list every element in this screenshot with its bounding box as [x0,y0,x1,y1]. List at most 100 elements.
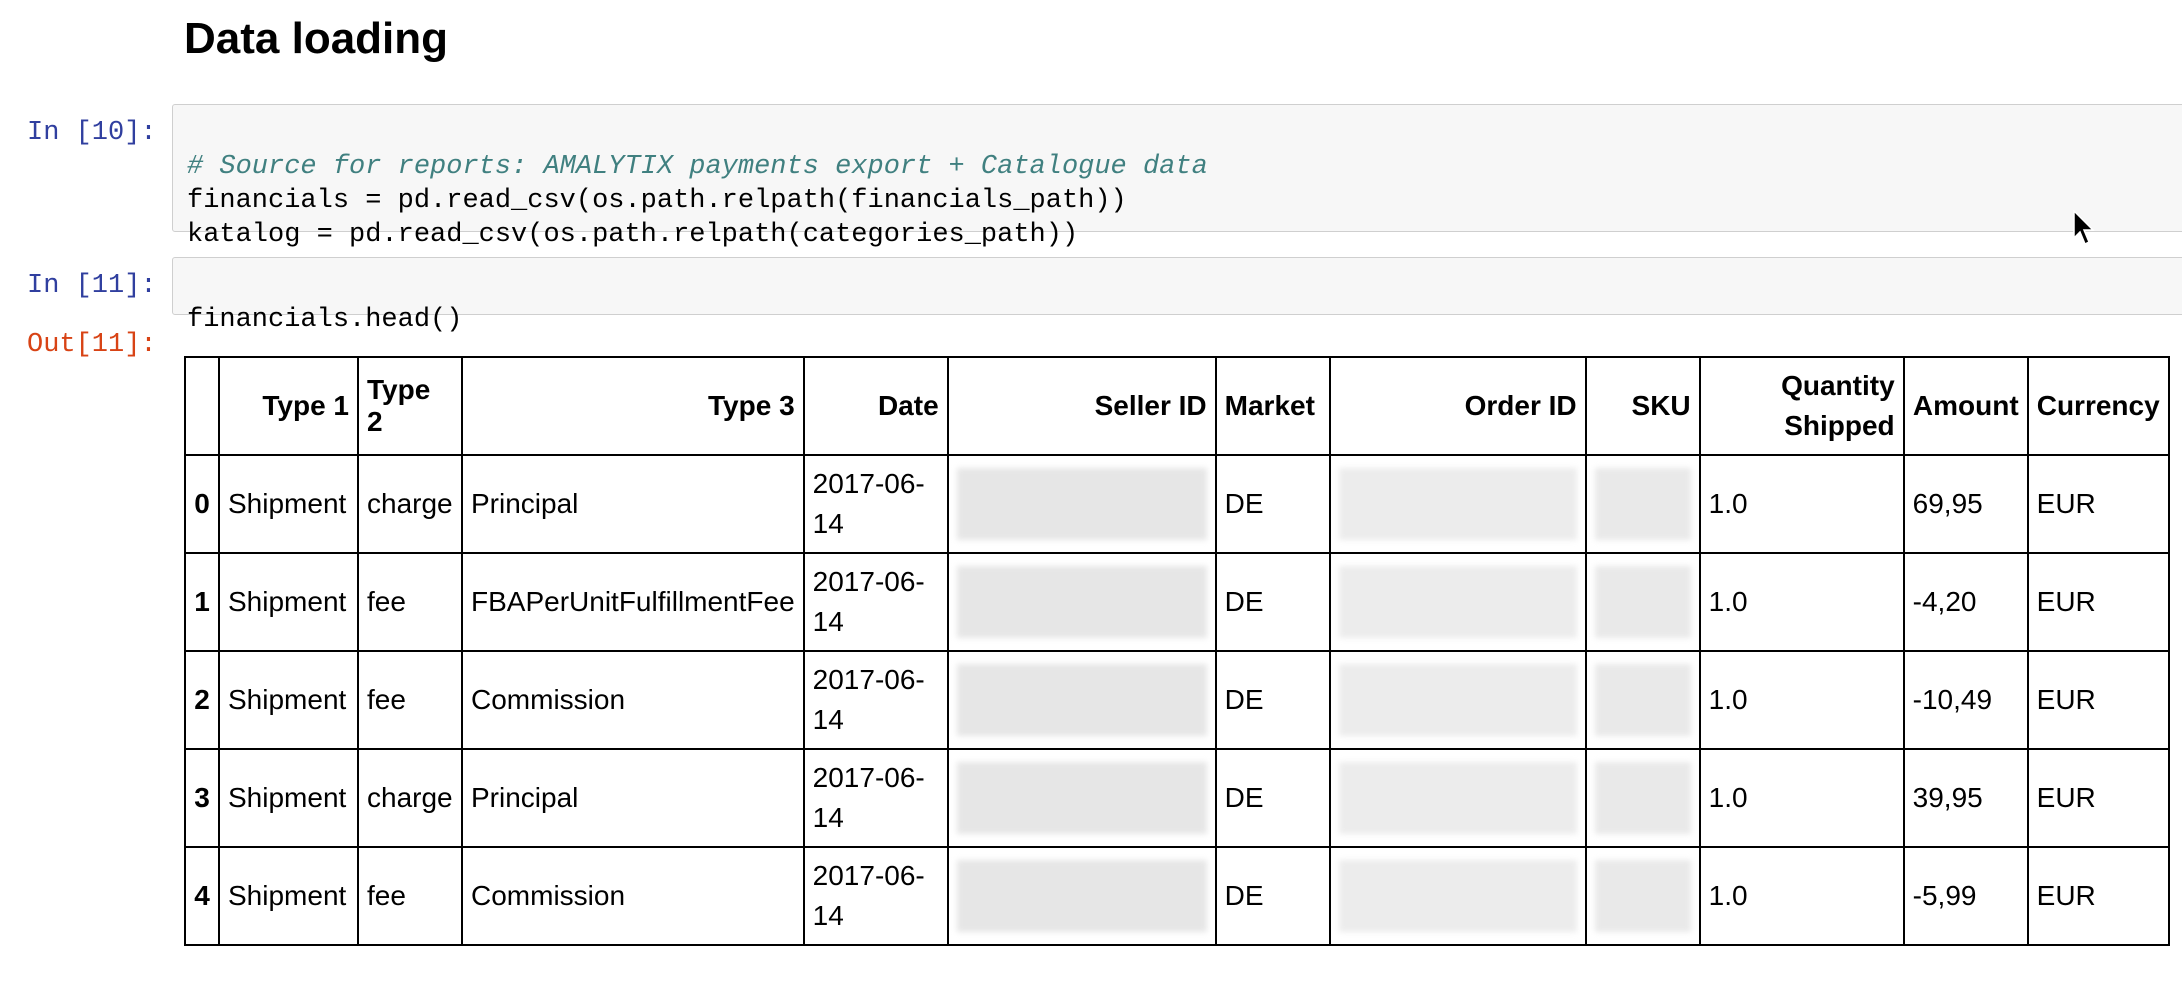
row-index: 3 [184,748,220,848]
index-header [184,356,220,456]
cell-quantity: 1.0 [1698,846,1905,946]
row-index: 2 [184,650,220,750]
redacted-seller-id [956,468,1207,540]
cell-currency: EUR [2026,650,2170,750]
cell-type1: Shipment [218,552,359,652]
dataframe-table: Type 1 Type 2 Type 3 Date Seller ID Mark… [184,356,2170,946]
cell-type2: fee [357,846,463,946]
cell-sku [1584,454,1701,554]
cell-type1: Shipment [218,650,359,750]
cell-seller-id [946,454,1217,554]
cell-seller-id [946,650,1217,750]
cell-11-prompt: In [11]: [27,271,157,301]
row-index: 4 [184,846,220,946]
table-header-row: Type 1 Type 2 Type 3 Date Seller ID Mark… [184,356,2170,456]
column-header-sku: SKU [1584,356,1701,456]
cell-type3: Principal [461,454,805,554]
cell-sku [1584,748,1701,848]
cell-market: DE [1214,846,1331,946]
cell-date: 2017-06-14 [802,552,949,652]
cell-sku [1584,846,1701,946]
cell-date: 2017-06-14 [802,454,949,554]
cell-date: 2017-06-14 [802,748,949,848]
cell-quantity: 1.0 [1698,454,1905,554]
redacted-sku [1594,860,1691,932]
cell-type3: FBAPerUnitFulfillmentFee [461,552,805,652]
code-cell-11[interactable]: financials.head() [172,257,2182,335]
cell-date: 2017-06-14 [802,846,949,946]
redacted-order-id [1338,468,1577,540]
code-line: katalog = pd.read_csv(os.path.relpath(ca… [187,220,1079,250]
column-header-quantity-shipped: Quantity Shipped [1698,356,1905,456]
cell-seller-id [946,748,1217,848]
cell-amount: -4,20 [1902,552,2029,652]
cell-seller-id [946,846,1217,946]
cell-market: DE [1214,454,1331,554]
redacted-sku [1594,566,1691,638]
code-line: financials = pd.read_csv(os.path.relpath… [187,186,1127,216]
cell-type3: Commission [461,846,805,946]
cell-type3: Commission [461,650,805,750]
cell-sku [1584,650,1701,750]
redacted-order-id [1338,860,1577,932]
cell-type2: charge [357,748,463,848]
row-index: 1 [184,552,220,652]
mouse-cursor-icon [2073,210,2095,246]
cell-type1: Shipment [218,846,359,946]
cell-order-id [1328,650,1587,750]
redacted-order-id [1338,762,1577,834]
cell-market: DE [1214,552,1331,652]
cell-amount: 69,95 [1902,454,2029,554]
cell-10-prompt: In [10]: [27,118,157,148]
cell-market: DE [1214,748,1331,848]
cell-type2: fee [357,552,463,652]
redacted-order-id [1338,664,1577,736]
redacted-sku [1594,762,1691,834]
cell-currency: EUR [2026,454,2170,554]
table-row: 3 Shipment charge Principal 2017-06-14 D… [184,748,2170,848]
column-header-date: Date [802,356,949,456]
table-row: 4 Shipment fee Commission 2017-06-14 DE … [184,846,2170,946]
cell-quantity: 1.0 [1698,650,1905,750]
column-header-market: Market [1214,356,1331,456]
table-row: 1 Shipment fee FBAPerUnitFulfillmentFee … [184,552,2170,652]
cell-market: DE [1214,650,1331,750]
column-header-type2: Type 2 [357,356,463,456]
code-line: financials.head() [187,305,463,335]
code-comment-line: # Source for reports: AMALYTIX payments … [187,152,1208,182]
cell-type1: Shipment [218,748,359,848]
cell-type3: Principal [461,748,805,848]
column-header-type1: Type 1 [218,356,359,456]
cell-amount: -5,99 [1902,846,2029,946]
cell-order-id [1328,846,1587,946]
cell-order-id [1328,552,1587,652]
output-prompt: Out[11]: [27,330,157,360]
cell-type2: fee [357,650,463,750]
cell-currency: EUR [2026,748,2170,848]
redacted-sku [1594,664,1691,736]
redacted-seller-id [956,860,1207,932]
row-index: 0 [184,454,220,554]
column-header-seller-id: Seller ID [946,356,1217,456]
cell-date: 2017-06-14 [802,650,949,750]
cell-quantity: 1.0 [1698,748,1905,848]
table-row: 0 Shipment charge Principal 2017-06-14 D… [184,454,2170,554]
cell-order-id [1328,454,1587,554]
redacted-sku [1594,468,1691,540]
cell-type1: Shipment [218,454,359,554]
cell-quantity: 1.0 [1698,552,1905,652]
redacted-seller-id [956,664,1207,736]
redacted-order-id [1338,566,1577,638]
cell-currency: EUR [2026,846,2170,946]
redacted-seller-id [956,566,1207,638]
code-cell-10[interactable]: # Source for reports: AMALYTIX payments … [172,104,2182,250]
cell-order-id [1328,748,1587,848]
column-header-currency: Currency [2026,356,2170,456]
cell-seller-id [946,552,1217,652]
section-heading: Data loading [184,14,449,63]
cell-amount: -10,49 [1902,650,2029,750]
cell-amount: 39,95 [1902,748,2029,848]
redacted-seller-id [956,762,1207,834]
table-row: 2 Shipment fee Commission 2017-06-14 DE … [184,650,2170,750]
column-header-type3: Type 3 [461,356,805,456]
